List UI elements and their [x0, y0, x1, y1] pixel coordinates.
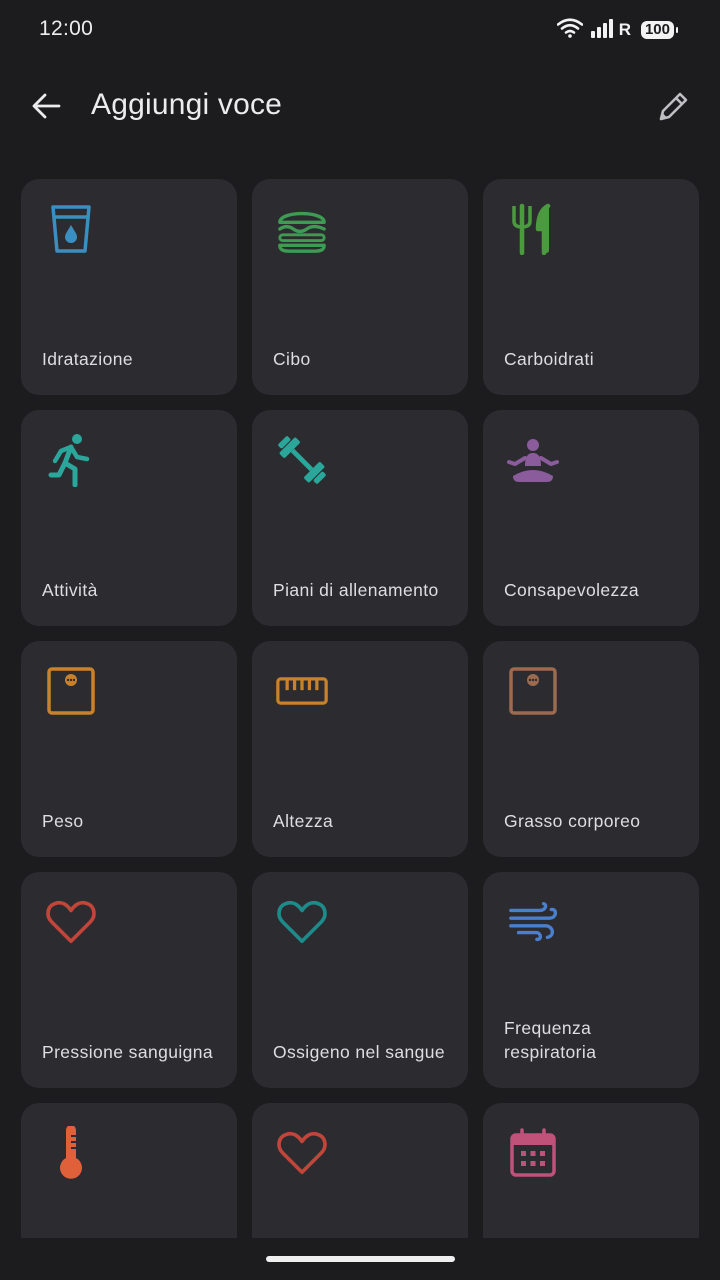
- dumbbell-icon: [276, 434, 328, 486]
- status-time: 12:00: [39, 17, 94, 40]
- tile-blood-pressure[interactable]: Pressione sanguigna: [21, 872, 237, 1088]
- scale-icon: [45, 665, 97, 717]
- pencil-icon: [657, 89, 691, 128]
- heart-outline-icon: [276, 896, 328, 948]
- tile-activity[interactable]: Attività: [21, 410, 237, 626]
- tile-label: Attività: [42, 580, 98, 600]
- entry-grid: Idratazione Cibo Carboidrati Attività Pi…: [21, 179, 699, 1280]
- tile-label: Frequenza respiratoria: [504, 1018, 597, 1062]
- calendar-icon: [507, 1127, 559, 1179]
- tile-body-fat[interactable]: Grasso corporeo: [483, 641, 699, 857]
- tile-label: Carboidrati: [504, 349, 594, 369]
- tile-label: Piani di allenamento: [273, 580, 439, 600]
- fork-knife-icon: [507, 203, 559, 255]
- edit-button[interactable]: [650, 84, 698, 132]
- home-indicator[interactable]: [266, 1256, 455, 1262]
- body-fat-scale-icon: [507, 665, 559, 717]
- tile-blood-oxygen[interactable]: Ossigeno nel sangue: [252, 872, 468, 1088]
- screen: 12:00 R 100 Aggiungi voce Idratazione Ci…: [0, 0, 720, 1280]
- back-button[interactable]: [22, 84, 70, 132]
- arrow-back-icon: [30, 90, 62, 127]
- status-bar: 12:00 R 100: [0, 0, 720, 60]
- heart-outline-icon: [276, 1127, 328, 1179]
- tile-workout-plans[interactable]: Piani di allenamento: [252, 410, 468, 626]
- heart-outline-icon: [45, 896, 97, 948]
- tile-food[interactable]: Cibo: [252, 179, 468, 395]
- tile-label: Pressione sanguigna: [42, 1042, 214, 1062]
- tile-label: Ossigeno nel sangue: [273, 1042, 446, 1062]
- tile-label: Grasso corporeo: [504, 811, 641, 831]
- signal-icon: [590, 18, 617, 43]
- app-bar: Aggiungi voce: [0, 74, 720, 144]
- tile-label: Altezza: [273, 811, 334, 831]
- status-icons: R 100: [556, 17, 679, 43]
- tile-hydration[interactable]: Idratazione: [21, 179, 237, 395]
- tile-mindfulness[interactable]: Consapevolezza: [483, 410, 699, 626]
- network-type-label: R: [618, 20, 631, 39]
- running-icon: [45, 434, 97, 487]
- tile-weight[interactable]: Peso: [21, 641, 237, 857]
- tile-respiratory-rate[interactable]: Frequenza respiratoria: [483, 872, 699, 1088]
- tile-label: Peso: [42, 811, 84, 831]
- wifi-icon: [556, 17, 583, 43]
- meditation-icon: [507, 434, 559, 486]
- thermometer-icon: [45, 1126, 97, 1179]
- water-glass-icon: [45, 203, 97, 255]
- tile-label: Idratazione: [42, 349, 133, 369]
- wind-icon: [507, 896, 559, 948]
- tile-label: Consapevolezza: [504, 580, 639, 600]
- page-title: Aggiungi voce: [91, 88, 283, 121]
- tile-label: Cibo: [273, 349, 311, 369]
- battery-indicator: 100: [640, 21, 679, 39]
- burger-icon: [276, 203, 328, 255]
- tile-height[interactable]: Altezza: [252, 641, 468, 857]
- ruler-icon: [276, 665, 328, 717]
- tile-carbs[interactable]: Carboidrati: [483, 179, 699, 395]
